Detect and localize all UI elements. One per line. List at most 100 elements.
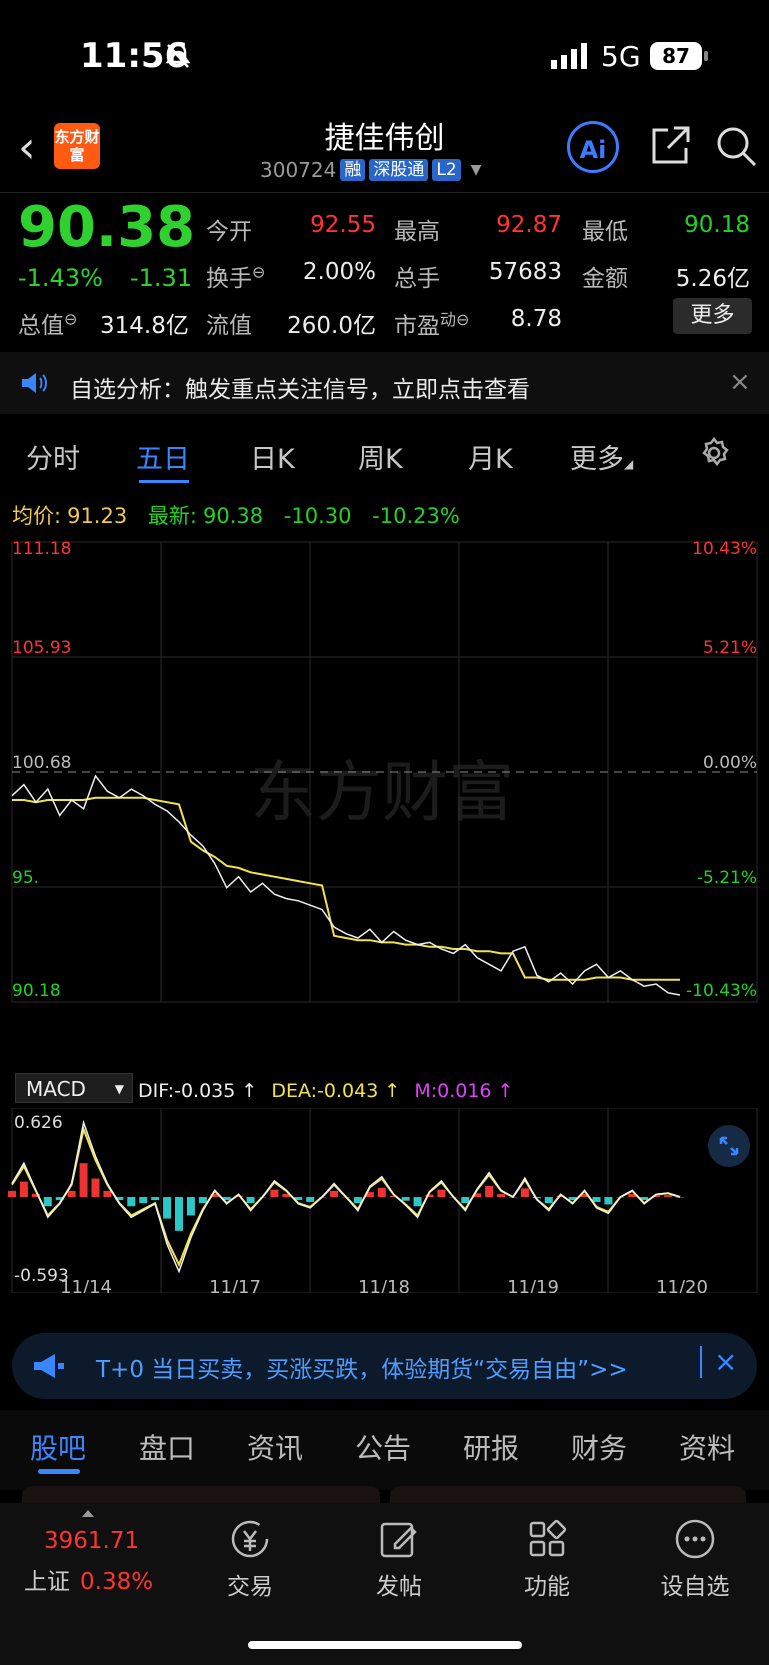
macd-bar <box>461 1197 470 1204</box>
macd-bar <box>544 1197 553 1204</box>
tab-intraday[interactable]: 分时 <box>26 437 80 476</box>
header-divider <box>0 192 769 193</box>
tab-more[interactable]: 更多◢ <box>570 437 633 476</box>
tab-monthly-k[interactable]: 月K <box>468 437 513 476</box>
content-tab-indicator <box>38 1469 80 1474</box>
share-icon[interactable] <box>648 124 692 168</box>
tab-finance[interactable]: 财务 <box>571 1427 627 1467</box>
signal-icon <box>551 43 587 69</box>
macd-bar <box>413 1197 422 1207</box>
megaphone-icon <box>34 1354 64 1378</box>
more-quote-button[interactable]: 更多 <box>673 298 752 334</box>
search-icon[interactable] <box>714 124 758 168</box>
tab-five-day[interactable]: 五日 <box>136 437 190 476</box>
macd-selector[interactable]: MACD ▼ <box>15 1073 133 1103</box>
ad-close-icon[interactable]: × <box>714 1345 737 1378</box>
index-value[interactable]: 3961.71 <box>44 1528 139 1554</box>
macd-bar <box>151 1197 160 1201</box>
macd-max-label: 0.626 <box>14 1113 63 1133</box>
y-tick-right: 10.43% <box>692 539 757 559</box>
tab-guba[interactable]: 股吧 <box>30 1427 86 1467</box>
total-value-label: 总值⊖ <box>18 309 78 339</box>
settings-gear-icon[interactable] <box>697 436 731 470</box>
footer-trade-label: 交易 <box>227 1574 273 1600</box>
battery-cap <box>704 51 708 61</box>
tab-pankou[interactable]: 盘口 <box>139 1427 195 1467</box>
low-label: 最低 <box>582 219 628 245</box>
stock-subline[interactable]: 300724 融 深股通 L2 ▼ <box>260 158 481 182</box>
y-tick-right: -5.21% <box>697 868 757 888</box>
macd-bar <box>67 1190 76 1198</box>
y-tick-left: 100.68 <box>12 753 71 773</box>
footer-trade[interactable]: 交易 <box>180 1517 320 1601</box>
more-dots-icon <box>675 1519 715 1559</box>
macd-bar <box>401 1197 410 1201</box>
footer-add-watchlist-label: 设自选 <box>660 1574 730 1600</box>
macd-bar <box>198 1197 207 1204</box>
macd-bar <box>330 1190 339 1198</box>
ad-text[interactable]: T+0 当日买卖，买涨买跌，体验期货“交易自由”>> <box>96 1350 628 1384</box>
footer-functions[interactable]: 功能 <box>477 1517 617 1601</box>
x-tick-label: 11/18 <box>358 1277 410 1293</box>
macd-bar <box>103 1190 112 1198</box>
amount-label: 金额 <box>582 266 628 292</box>
footer-post[interactable]: 发帖 <box>329 1517 469 1601</box>
y-tick-right: -10.43% <box>686 981 757 1001</box>
macd-bar <box>437 1189 446 1198</box>
speaker-icon <box>22 373 47 393</box>
notice-text[interactable]: 自选分析：触发重点关注信号，立即点击查看 <box>70 370 530 404</box>
open-value: 92.55 <box>310 212 376 238</box>
x-tick-label: 11/20 <box>656 1277 708 1293</box>
macd-bar <box>43 1197 52 1207</box>
caret-up-icon <box>82 1510 94 1517</box>
macd-bar <box>163 1197 172 1219</box>
close-icon[interactable]: × <box>729 367 751 397</box>
home-indicator <box>248 1641 522 1649</box>
tab-weekly-k[interactable]: 周K <box>358 437 403 476</box>
macd-bar <box>19 1181 28 1198</box>
macd-bar <box>592 1197 601 1202</box>
macd-bar <box>485 1185 494 1198</box>
change-percent: -1.43% <box>18 264 103 292</box>
y-tick-left: 105.93 <box>12 638 71 658</box>
x-tick-label: 11/17 <box>209 1277 261 1293</box>
edit-icon <box>380 1522 417 1558</box>
price-chart[interactable]: 东方财富 111.18 105.93 100.68 95. 90.18 10.43% 5.2… <box>0 535 769 1070</box>
macd-chart[interactable]: 0.626-0.59311/14 11/17 11/18 11/19 11/20 <box>0 1108 769 1293</box>
battery-level: 87 <box>650 42 702 70</box>
tab-research[interactable]: 研报 <box>463 1427 519 1467</box>
index-info[interactable]: 上证 0.38% <box>24 1562 153 1596</box>
tab-profile[interactable]: 资料 <box>679 1427 735 1467</box>
tag-margin: 融 <box>340 159 366 181</box>
macd-bar <box>270 1189 279 1198</box>
macd-bar <box>175 1197 183 1231</box>
tab-news[interactable]: 资讯 <box>247 1427 303 1467</box>
macd-bar <box>139 1197 148 1204</box>
ad-separator <box>700 1346 702 1378</box>
change-amount: -1.31 <box>130 264 193 292</box>
macd-bar <box>186 1197 195 1216</box>
turnover-value: 2.00% <box>302 259 376 285</box>
tab-daily-k[interactable]: 日K <box>250 437 295 476</box>
ai-button[interactable]: Ai <box>567 121 619 173</box>
chevron-down-icon: ▼ <box>470 162 482 178</box>
tag-connect: 深股通 <box>369 159 429 181</box>
low-value: 90.18 <box>684 212 750 238</box>
stock-code: 300724 <box>260 158 337 182</box>
macd-bar <box>664 1195 673 1198</box>
macd-bar <box>127 1197 136 1207</box>
watermark: 东方财富 <box>250 754 514 831</box>
footer-add-watchlist[interactable]: 设自选 <box>625 1517 765 1601</box>
pe-value: 8.78 <box>510 306 562 332</box>
y-tick-left: 90.18 <box>12 981 61 1001</box>
expand-icon[interactable] <box>707 1124 751 1168</box>
mute-bell-icon <box>165 43 191 68</box>
tab-announcements[interactable]: 公告 <box>355 1427 411 1467</box>
chart-info-line: 均价: 91.23 最新: 90.38 -10.30 -10.23% <box>12 504 460 528</box>
x-tick-label: 11/19 <box>507 1277 559 1293</box>
macd-bar <box>306 1197 315 1202</box>
footer-post-label: 发帖 <box>376 1574 422 1600</box>
grid-icon <box>529 1519 567 1557</box>
float-value-label: 流值 <box>206 313 252 339</box>
volume-value: 57683 <box>488 259 562 285</box>
